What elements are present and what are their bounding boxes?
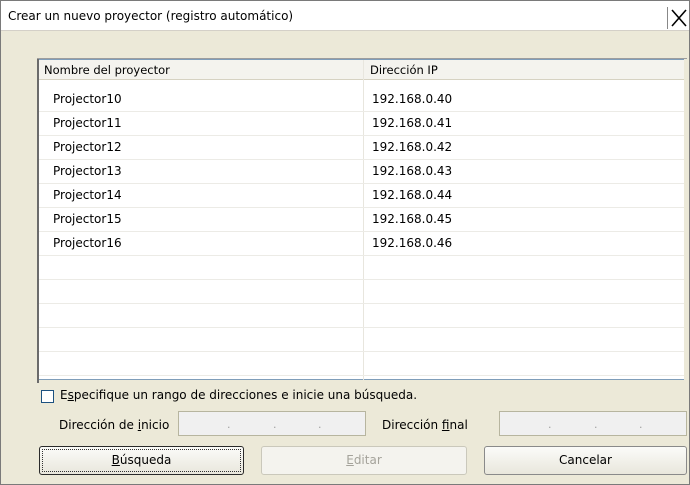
projector-name: Projector15 (53, 212, 122, 226)
projector-list[interactable]: Nombre del proyector Dirección IP Projec… (37, 58, 687, 383)
projector-ip: 192.168.0.43 (372, 164, 453, 178)
end-address-input[interactable]: . . . (499, 411, 687, 436)
table-row[interactable]: Projector15 192.168.0.45 (39, 208, 684, 232)
edit-button[interactable]: Editar (261, 446, 467, 475)
column-header-name[interactable]: Nombre del proyector (44, 63, 170, 77)
close-icon (671, 9, 687, 27)
search-button[interactable]: Búsqueda (39, 446, 244, 475)
empty-row (39, 256, 684, 280)
dialog-window: Crear un nuevo proyector (registro autom… (0, 0, 690, 485)
range-search-checkbox[interactable] (41, 390, 54, 403)
projector-name: Projector14 (53, 188, 122, 202)
end-address-label: Dirección final (382, 418, 468, 432)
projector-ip: 192.168.0.42 (372, 140, 453, 154)
range-search-label[interactable]: Especifique un rango de direcciones e in… (60, 388, 417, 402)
projector-name: Projector10 (53, 92, 122, 106)
empty-row (39, 328, 684, 352)
table-row[interactable]: Projector16 192.168.0.46 (39, 232, 684, 256)
list-edge-top (37, 58, 687, 59)
projector-name: Projector13 (53, 164, 122, 178)
projector-ip: 192.168.0.46 (372, 236, 453, 250)
empty-row (39, 280, 684, 304)
table-row[interactable]: Projector10 192.168.0.40 (39, 88, 684, 112)
table-row[interactable]: Projector11 192.168.0.41 (39, 112, 684, 136)
empty-row (39, 304, 684, 328)
projector-name: Projector11 (53, 116, 122, 130)
projector-name: Projector12 (53, 140, 122, 154)
dialog-title: Crear un nuevo proyector (registro autom… (8, 9, 294, 23)
empty-row (39, 352, 684, 376)
column-header-ip[interactable]: Dirección IP (370, 63, 438, 77)
close-button[interactable] (667, 7, 689, 29)
table-row[interactable]: Projector14 192.168.0.44 (39, 184, 684, 208)
projector-ip: 192.168.0.45 (372, 212, 453, 226)
table-row[interactable]: Projector13 192.168.0.43 (39, 160, 684, 184)
start-address-input[interactable]: . . . (178, 411, 366, 436)
title-bar[interactable]: Crear un nuevo proyector (registro autom… (1, 1, 689, 31)
table-row[interactable]: Projector12 192.168.0.42 (39, 136, 684, 160)
cancel-button[interactable]: Cancelar (484, 446, 687, 475)
list-header: Nombre del proyector Dirección IP (39, 60, 684, 80)
projector-ip: 192.168.0.40 (372, 92, 453, 106)
projector-ip: 192.168.0.41 (372, 116, 453, 130)
projector-name: Projector16 (53, 236, 122, 250)
projector-ip: 192.168.0.44 (372, 188, 453, 202)
start-address-label: Dirección de inicio (59, 418, 170, 432)
